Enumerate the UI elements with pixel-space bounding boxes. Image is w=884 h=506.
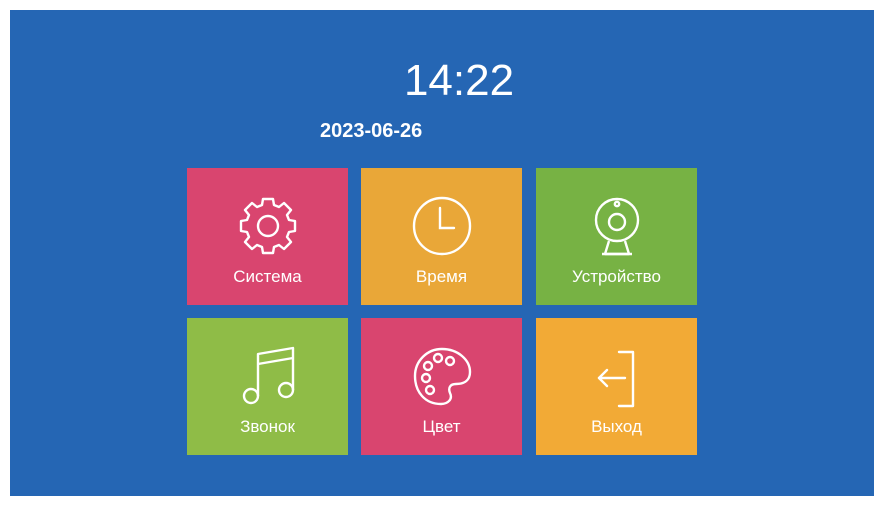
gear-icon	[187, 194, 348, 258]
menu-tile-device-label: Устройство	[572, 267, 661, 286]
menu-tile-time[interactable]: Время	[361, 168, 522, 305]
menu-tile-system[interactable]: Система	[187, 168, 348, 305]
exit-icon	[536, 344, 697, 408]
webcam-icon	[536, 194, 697, 258]
menu-tile-system-label: Система	[233, 267, 302, 286]
main-menu-screen: 14:22 2023-06-26 Система Время Устройств…	[10, 10, 874, 496]
menu-tile-device[interactable]: Устройство	[536, 168, 697, 305]
date-display: 2023-06-26	[320, 120, 423, 142]
music-note-icon	[187, 344, 348, 408]
clock-time: 14:22	[403, 56, 515, 105]
menu-tile-time-label: Время	[415, 267, 468, 286]
palette-icon	[361, 344, 522, 408]
menu-tile-ringtone[interactable]: Звонок	[187, 318, 348, 455]
menu-tile-color-label: Цвет	[422, 417, 461, 436]
menu-tile-ringtone-label: Звонок	[240, 417, 295, 436]
clock-icon	[361, 194, 522, 258]
menu-tile-exit[interactable]: Выход	[536, 318, 697, 455]
menu-tile-color[interactable]: Цвет	[361, 318, 522, 455]
menu-tile-exit-label: Выход	[591, 417, 642, 436]
